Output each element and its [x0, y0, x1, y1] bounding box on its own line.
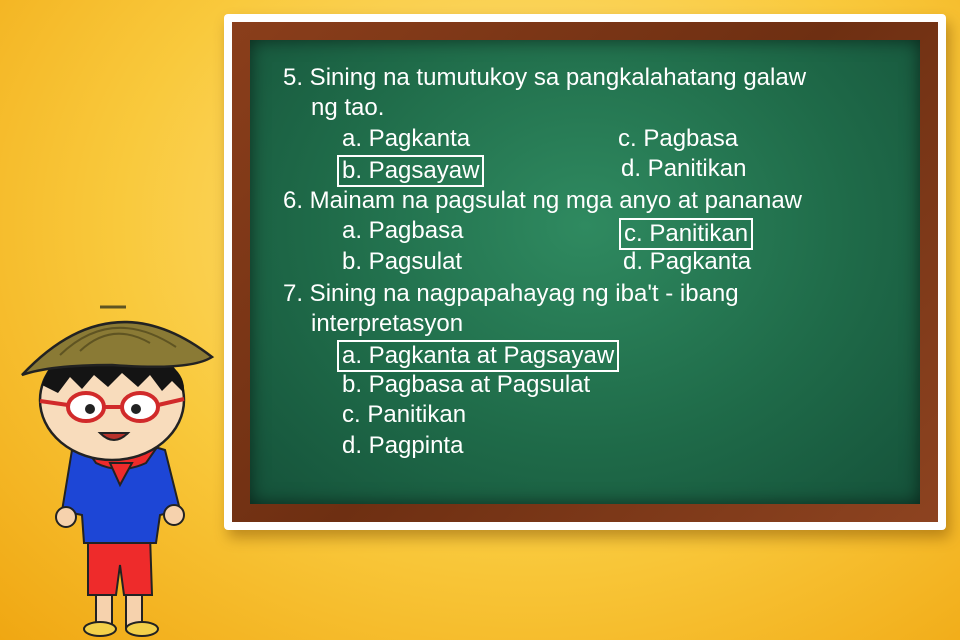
question-7-choice-a-answer: a. Pagkanta at Pagsayaw	[337, 340, 620, 372]
question-5-stem-line1: 5. Sining na tumutukoy sa pangkalahatang…	[283, 64, 807, 91]
question-7-stem-line1: 7. Sining na nagpapahayag ng iba't - iba…	[283, 280, 739, 307]
question-6-choice-d: d. Pagkanta	[623, 248, 752, 275]
question-7-choice-b: b. Pagbasa at Pagsulat	[342, 371, 591, 398]
question-6-choice-a: a. Pagbasa	[342, 217, 464, 244]
question-5-choice-c: c. Pagbasa	[618, 125, 739, 152]
question-6-choice-b: b. Pagsulat	[342, 248, 463, 275]
question-6-stem-line1: 6. Mainam na pagsulat ng mga anyo at pan…	[283, 187, 803, 214]
question-5-choice-a: a. Pagkanta	[342, 125, 471, 152]
question-5-choice-b-answer: b. Pagsayaw	[337, 155, 485, 187]
question-7-choice-d: d. Pagpinta	[342, 432, 464, 459]
question-7-choice-c: c. Panitikan	[342, 401, 467, 428]
cartoon-boy-salakot-hat	[21, 305, 215, 637]
question-5-stem-line2: ng tao.	[311, 94, 385, 121]
question-6-choice-c-answer: c. Panitikan	[619, 218, 754, 250]
question-5-choice-d: d. Panitikan	[621, 155, 747, 182]
question-7-stem-line2: interpretasyon	[311, 310, 464, 337]
